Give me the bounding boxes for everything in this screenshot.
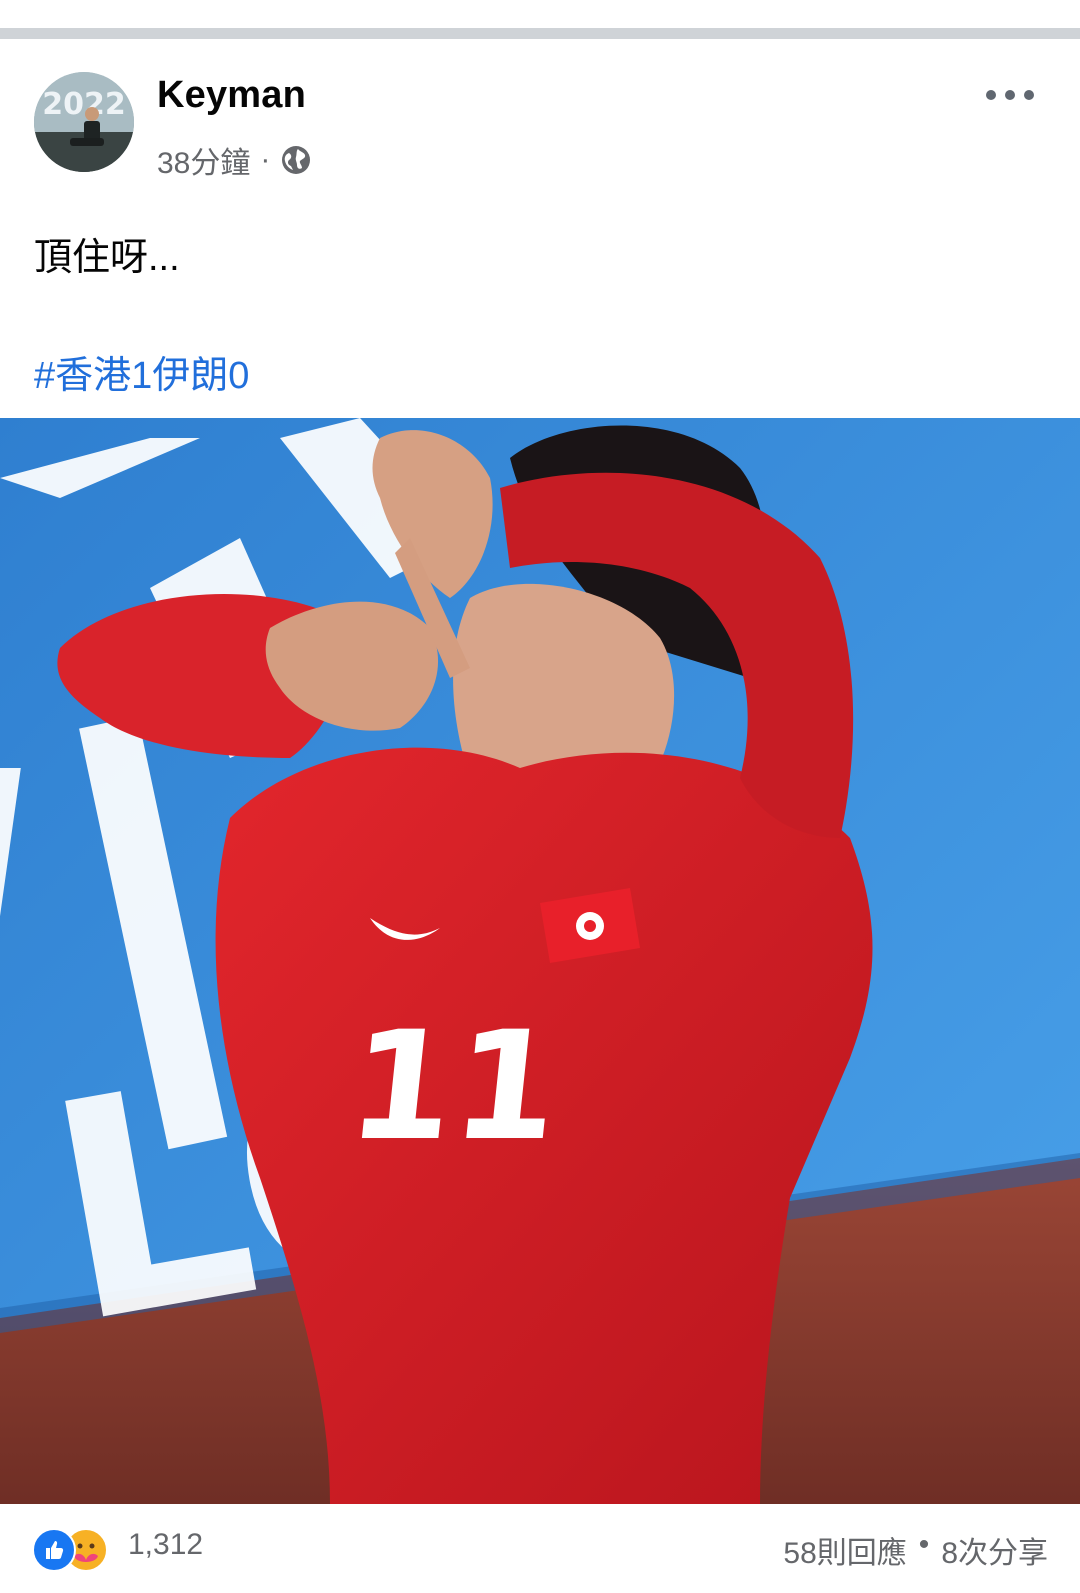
post-text: 頂住呀... <box>34 237 180 279</box>
reactions-bar: 1,312 58則回應 • 8次分享 <box>0 1504 1080 1593</box>
post-photo[interactable]: LO 11 <box>0 418 1080 1504</box>
engagement-summary: 58則回應 • 8次分享 <box>783 1528 1048 1572</box>
engagement-separator: • <box>918 1528 930 1561</box>
meta-separator: · <box>260 143 271 176</box>
hashtag-link[interactable]: #香港1伊朗0 <box>34 344 249 399</box>
globe-icon <box>280 144 312 176</box>
author-avatar[interactable]: 2022 <box>34 72 134 172</box>
post-header: 2022 Keyman 38分鐘 · <box>34 72 1046 180</box>
jersey-number: 11 <box>341 999 568 1174</box>
svg-text:11: 11 <box>341 999 568 1174</box>
more-dot-icon <box>986 90 996 100</box>
shares-count[interactable]: 8次分享 <box>941 1528 1048 1572</box>
comments-count[interactable]: 58則回應 <box>783 1528 906 1572</box>
post-timestamp[interactable]: 38分鐘 <box>157 138 250 182</box>
reaction-count[interactable]: 1,312 <box>128 1528 203 1562</box>
more-options-button[interactable] <box>986 80 1034 110</box>
author-name[interactable]: Keyman <box>157 74 306 117</box>
more-dot-icon <box>1024 90 1034 100</box>
feed-divider <box>0 28 1080 39</box>
svg-text:2022: 2022 <box>42 87 126 122</box>
reaction-icons[interactable] <box>32 1528 122 1572</box>
more-dot-icon <box>1005 90 1015 100</box>
post-meta: 38分鐘 · <box>157 138 312 182</box>
like-icon <box>32 1528 76 1572</box>
